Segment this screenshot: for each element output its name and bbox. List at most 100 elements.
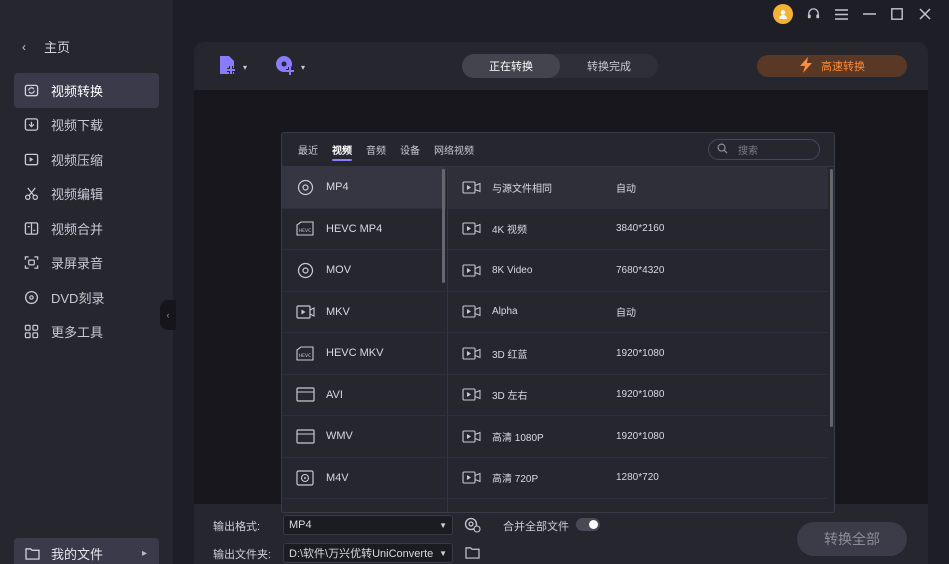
tab-video[interactable]: 视频 bbox=[332, 133, 352, 167]
format-name: AVI bbox=[326, 388, 343, 401]
video-preset-icon bbox=[462, 305, 482, 319]
preset-item[interactable]: 3D 红蓝 1920*1080 bbox=[448, 333, 828, 375]
preset-resolution: 自动 bbox=[616, 183, 636, 195]
sidebar-item-dvd-burn[interactable]: DVD刻录 bbox=[14, 280, 159, 315]
tab-device[interactable]: 设备 bbox=[400, 133, 420, 167]
chevron-down-icon: ▼ bbox=[439, 520, 447, 530]
format-name: M4V bbox=[326, 471, 349, 484]
avatar[interactable] bbox=[773, 4, 793, 24]
sidebar-item-more-tools[interactable]: 更多工具 bbox=[14, 315, 159, 350]
tab-web-video[interactable]: 网络视频 bbox=[434, 133, 474, 167]
chevron-down-icon: ▾ bbox=[243, 63, 248, 72]
sidebar-item-label: 视频下载 bbox=[51, 118, 104, 134]
close-icon[interactable] bbox=[917, 6, 933, 22]
format-item[interactable]: HEVC HEVC MKV bbox=[282, 333, 446, 375]
chevron-left-icon: ‹ bbox=[22, 39, 26, 54]
search-placeholder: 搜索 bbox=[738, 146, 758, 157]
format-name: MP4 bbox=[326, 181, 349, 194]
merge-all-toggle[interactable] bbox=[576, 518, 600, 531]
lightning-icon bbox=[799, 56, 813, 76]
preset-item[interactable]: 高清 1080P 1920*1080 bbox=[448, 416, 828, 458]
sidebar-collapse-toggle[interactable]: ‹ bbox=[160, 300, 176, 330]
format-item[interactable]: AVI bbox=[282, 375, 446, 416]
sidebar-item-video-merge[interactable]: 视频合并 bbox=[14, 211, 159, 246]
grid-icon bbox=[23, 324, 39, 340]
svg-text:HEVC: HEVC bbox=[299, 228, 311, 234]
sidebar-item-video-edit[interactable]: 视频编辑 bbox=[14, 177, 159, 212]
preset-list: 与源文件相同 自动 4K 视频 3840*2160 8K Video 7680*… bbox=[448, 167, 828, 512]
tab-converted[interactable]: 转换完成 bbox=[560, 54, 658, 78]
chevron-down-icon: ▼ bbox=[439, 548, 447, 558]
add-from-device-button[interactable]: ▾ bbox=[274, 54, 305, 81]
home-link[interactable]: ‹ 主页 bbox=[22, 37, 70, 56]
hevc-format-icon: HEVC bbox=[295, 221, 315, 237]
maximize-icon[interactable] bbox=[889, 6, 905, 22]
add-disc-icon bbox=[274, 54, 296, 81]
menu-icon[interactable] bbox=[833, 6, 849, 22]
sidebar-item-label: 视频压缩 bbox=[51, 152, 104, 168]
preset-resolution: 1920*1080 bbox=[616, 389, 665, 401]
convert-all-button[interactable]: 转换全部 bbox=[797, 522, 907, 556]
format-list-scrollbar[interactable] bbox=[442, 169, 445, 283]
tab-audio[interactable]: 音频 bbox=[366, 133, 386, 167]
sidebar-item-screen-record[interactable]: 录屏录音 bbox=[14, 246, 159, 281]
preset-item[interactable]: 4K 视频 3840*2160 bbox=[448, 209, 828, 250]
minimize-icon[interactable] bbox=[861, 6, 877, 22]
framed-disc-icon bbox=[295, 470, 315, 486]
fast-convert-button[interactable]: 高速转换 bbox=[757, 55, 907, 77]
output-format-select[interactable]: MP4 ▼ bbox=[283, 515, 453, 535]
format-item[interactable]: M4V bbox=[282, 458, 446, 499]
format-search-input[interactable]: 搜索 bbox=[708, 139, 820, 160]
format-item[interactable]: MKV bbox=[282, 292, 446, 333]
sidebar-item-label: 视频合并 bbox=[51, 221, 104, 237]
format-item[interactable]: HEVC HEVC MP4 bbox=[282, 209, 446, 250]
open-folder-icon[interactable] bbox=[465, 546, 480, 564]
preset-item[interactable]: 8K Video 7680*4320 bbox=[448, 250, 828, 292]
preset-name: Alpha bbox=[492, 306, 518, 318]
support-headset-icon[interactable] bbox=[805, 6, 821, 22]
disc-icon bbox=[23, 289, 39, 305]
video-preset-icon bbox=[462, 180, 482, 194]
preset-name: 3D 红蓝 bbox=[492, 349, 528, 361]
clapperboard-icon bbox=[295, 387, 315, 403]
preset-resolution: 3840*2160 bbox=[616, 223, 665, 235]
format-settings-icon[interactable] bbox=[464, 516, 481, 538]
preset-list-scrollbar[interactable] bbox=[830, 169, 833, 427]
preset-name: 3D 左右 bbox=[492, 391, 528, 403]
my-files-button[interactable]: 我的文件 ▸ bbox=[14, 538, 159, 564]
sidebar-item-video-download[interactable]: 视频下载 bbox=[14, 108, 159, 143]
download-icon bbox=[23, 117, 39, 133]
preset-name: 与源文件相同 bbox=[492, 183, 552, 195]
folder-icon bbox=[25, 547, 40, 560]
preset-item[interactable]: 与源文件相同 自动 bbox=[448, 167, 828, 209]
svg-text:HEVC: HEVC bbox=[299, 353, 311, 359]
output-format-value: MP4 bbox=[289, 519, 312, 531]
add-file-button[interactable]: ▾ bbox=[218, 54, 247, 81]
preset-name: 高清 720P bbox=[492, 474, 539, 486]
sidebar-item-label: 视频转换 bbox=[51, 83, 104, 99]
tab-converting[interactable]: 正在转换 bbox=[462, 54, 560, 78]
format-item[interactable]: MP4 bbox=[282, 167, 446, 209]
sidebar-item-video-convert[interactable]: 视频转换 bbox=[14, 73, 159, 108]
output-folder-select[interactable]: D:\软件\万兴优转UniConverte ▼ bbox=[283, 543, 453, 563]
my-files-label: 我的文件 bbox=[51, 546, 104, 562]
format-list: MP4 HEVC HEVC MP4 MOV MKV HEVC HEVC MKV … bbox=[282, 167, 446, 512]
video-preset-icon bbox=[462, 263, 482, 277]
preset-item[interactable]: 3D 左右 1920*1080 bbox=[448, 375, 828, 416]
merge-icon bbox=[23, 220, 39, 236]
format-picker-dialog: 最近 视频 音频 设备 网络视频 搜索 MP4 HEVC HEVC MP4 MO… bbox=[281, 132, 835, 513]
disc-format-icon bbox=[295, 179, 315, 195]
preset-name: 高清 1080P bbox=[492, 432, 544, 444]
sidebar: ‹ 主页 视频转换 视频下载 视频压缩 视频编辑 视频合并 录屏录音 DVD刻录… bbox=[0, 0, 173, 564]
preset-item[interactable]: Alpha 自动 bbox=[448, 292, 828, 333]
preset-item[interactable]: 高清 720P 1280*720 bbox=[448, 458, 828, 499]
fast-convert-label: 高速转换 bbox=[821, 61, 865, 73]
clapperboard-icon bbox=[295, 428, 315, 444]
chevron-right-icon: ▸ bbox=[141, 547, 147, 559]
sidebar-item-label: 录屏录音 bbox=[51, 256, 104, 272]
sidebar-item-video-compress[interactable]: 视频压缩 bbox=[14, 142, 159, 177]
format-item[interactable]: WMV bbox=[282, 416, 446, 458]
format-item[interactable]: MOV bbox=[282, 250, 446, 292]
tab-recent[interactable]: 最近 bbox=[298, 133, 318, 167]
preset-name: 8K Video bbox=[492, 264, 533, 276]
